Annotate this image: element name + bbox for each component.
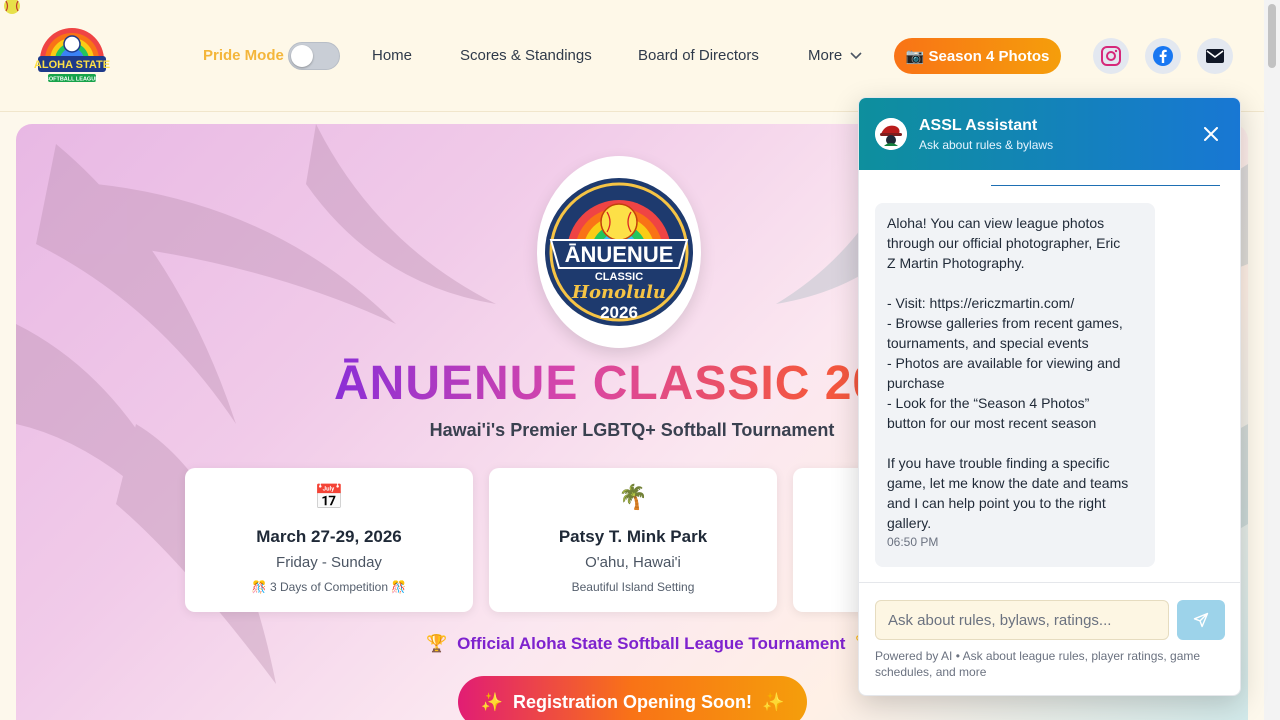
anuenue-badge-icon: ĀNUENUE CLASSIC Honolulu 2026 (545, 178, 693, 326)
calendar-icon: 📅 (314, 484, 344, 511)
instagram-icon (1101, 46, 1121, 66)
card-title: Patsy T. Mink Park (558, 527, 708, 546)
tournament-badge: ĀNUENUE CLASSIC Honolulu 2026 (537, 156, 701, 348)
chat-title: ASSL Assistant (919, 117, 1038, 134)
nav-home[interactable]: Home (372, 47, 412, 64)
assistant-chat-panel: ASSL Assistant Ask about rules & bylaws … (858, 97, 1241, 696)
message-line: If you have trouble finding a specific (887, 455, 1110, 471)
sparkle-icon: ✨ (762, 691, 785, 712)
assistant-avatar (875, 118, 907, 150)
chat-input[interactable] (875, 600, 1169, 640)
message-line: - Photos are available for viewing and (887, 355, 1121, 371)
chat-header: ASSL Assistant Ask about rules & bylaws (859, 98, 1240, 170)
assistant-message: Aloha! You can view league photos through… (875, 203, 1155, 567)
message-line: button for our most recent season (887, 415, 1097, 431)
aloha-state-logo-icon: ALOHA STATE SOFTBALL LEAGUE (34, 24, 110, 92)
registration-button[interactable]: ✨ Registration Opening Soon! ✨ (458, 676, 807, 720)
message-gap (887, 273, 1143, 293)
chat-scroll-divider (991, 185, 1220, 186)
scrollbar-thumb[interactable] (1268, 4, 1276, 68)
message-line: purchase (887, 375, 945, 391)
email-icon (1206, 49, 1224, 63)
close-icon (1204, 127, 1218, 141)
official-text: Official Aloha State Softball League Tou… (457, 634, 846, 653)
palm-tree-icon: 🌴 (618, 484, 648, 511)
chat-close-button[interactable] (1199, 122, 1223, 146)
league-logo[interactable]: ALOHA STATE SOFTBALL LEAGUE (32, 22, 112, 94)
info-card-venue: 🌴 Patsy T. Mink Park O'ahu, Hawai'i Beau… (489, 468, 777, 612)
official-tournament-line: 🏆 Official Aloha State Softball League To… (416, 634, 887, 654)
card-title: March 27-29, 2026 (256, 527, 402, 546)
nav-more-label: More (808, 47, 843, 64)
message-text: Aloha! You can view league photos through… (887, 213, 1143, 533)
pride-mode-toggle[interactable] (288, 42, 340, 70)
message-timestamp: 06:50 PM (887, 535, 939, 549)
season-photos-button[interactable]: 📷 Season 4 Photos (894, 38, 1061, 74)
message-line: through our official photographer, Eric (887, 235, 1121, 251)
chat-footer-divider (859, 582, 1240, 583)
card-note: 🎊 3 Days of Competition 🎊 (251, 580, 407, 594)
pride-mode-label: Pride Mode (203, 47, 284, 64)
nav-scores-standings[interactable]: Scores & Standings (460, 47, 592, 64)
chat-send-button[interactable] (1177, 600, 1225, 640)
facebook-link[interactable] (1145, 38, 1181, 74)
message-line: tournaments, and special events (887, 335, 1089, 351)
badge-line4: 2026 (600, 303, 638, 322)
message-gap (887, 433, 1143, 453)
message-line: and I can help point you to the right (887, 495, 1106, 511)
softball-icon (4, 0, 20, 14)
registration-label: Registration Opening Soon! (513, 691, 752, 712)
page-scrollbar[interactable] (1264, 0, 1280, 720)
card-subtitle: Friday - Sunday (276, 554, 382, 571)
info-card-dates: 📅 March 27-29, 2026 Friday - Sunday 🎊 3 … (185, 468, 473, 612)
nav-board-of-directors[interactable]: Board of Directors (638, 47, 759, 64)
send-icon (1193, 612, 1209, 628)
toggle-knob (291, 45, 313, 67)
email-link[interactable] (1197, 38, 1233, 74)
chevron-down-icon (850, 52, 862, 60)
nav-more[interactable]: More (808, 47, 862, 64)
message-line: Z Martin Photography. (887, 255, 1025, 271)
badge-line1: ĀNUENUE (565, 242, 674, 267)
assistant-avatar-icon (875, 118, 907, 150)
message-line: Aloha! You can view league photos (887, 215, 1105, 231)
sparkle-icon: ✨ (480, 691, 503, 712)
svg-text:ALOHA STATE: ALOHA STATE (34, 59, 110, 71)
hero-title: ĀNUENUE CLASSIC 2026 (334, 357, 936, 410)
site-header: ALOHA STATE SOFTBALL LEAGUE Pride Mode H… (0, 0, 1280, 112)
instagram-link[interactable] (1093, 38, 1129, 74)
chat-powered-by: Powered by AI • Ask about league rules, … (875, 649, 1201, 679)
message-line: - Visit: https://ericzmartin.com/ (887, 295, 1075, 311)
svg-text:SOFTBALL LEAGUE: SOFTBALL LEAGUE (45, 77, 99, 83)
message-line: gallery. (887, 515, 932, 531)
message-line: - Look for the “Season 4 Photos” (887, 395, 1090, 411)
message-line: - Browse galleries from recent games, (887, 315, 1123, 331)
card-subtitle: O'ahu, Hawai'i (585, 554, 681, 571)
card-note: Beautiful Island Setting (571, 580, 695, 594)
message-line: game, let me know the date and teams (887, 475, 1129, 491)
badge-line3: Honolulu (571, 282, 666, 303)
trophy-icon: 🏆 (426, 634, 448, 653)
facebook-icon (1153, 46, 1173, 66)
chat-subtitle: Ask about rules & bylaws (919, 138, 1054, 152)
